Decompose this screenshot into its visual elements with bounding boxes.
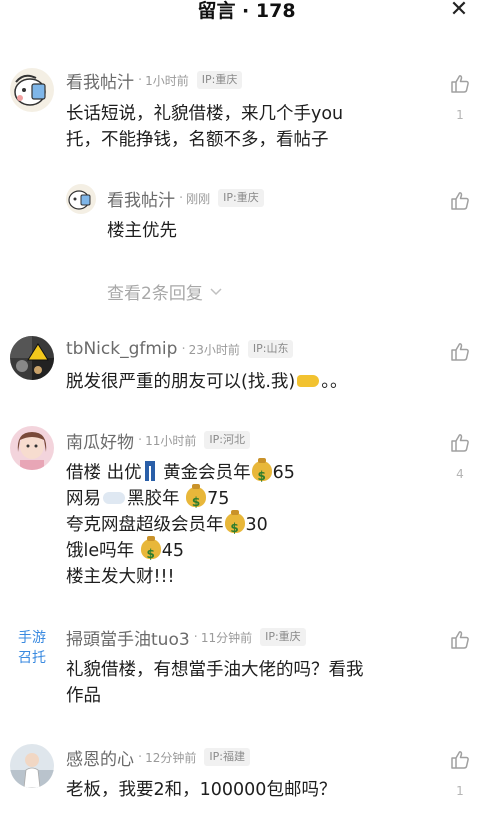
chevron-down-icon — [210, 287, 222, 295]
separator-dot: · — [138, 432, 143, 448]
pointing-hand-icon — [297, 375, 320, 387]
username[interactable]: 看我帖汁 — [66, 68, 134, 93]
price: 75 — [207, 489, 230, 509]
tag-line: 手游 — [18, 630, 46, 646]
view-more-replies-label: 查看2条回复 — [107, 284, 203, 304]
separator-dot: · — [179, 190, 184, 206]
comment-text-line: 老板，我要2和，100000包邮吗？ — [66, 780, 337, 800]
money-bag-icon — [186, 484, 207, 515]
comment-meta: tbNick_gfmip · 23小时前 IP:山东 — [66, 338, 294, 360]
text-part: 夸克网盘超级会员年 — [66, 515, 224, 535]
comment-meta: 南瓜好物 · 11小时前 IP:河北 — [66, 428, 251, 453]
username[interactable]: 南瓜好物 — [66, 428, 134, 453]
comment-text-line: 托，不能挣钱，名额不多，看帖子 — [66, 130, 329, 150]
comment-text-line: 长话短说，礼貌借楼，来几个手you — [66, 104, 344, 124]
reply-text: 楼主优先 — [107, 218, 457, 244]
text-part: 饿le吗年 — [66, 541, 140, 561]
game-recruit-tag: 手游 召托 — [12, 628, 52, 668]
reply-text-line: 楼主优先 — [107, 221, 177, 241]
text-part: 黄金会员年 — [157, 463, 251, 483]
like-count: 1 — [456, 108, 464, 122]
comment-meta: 感恩的心 · 12分钟前 IP:福建 — [66, 745, 251, 770]
comment-text-tail: 。。 — [321, 372, 348, 392]
avatar[interactable] — [10, 744, 54, 788]
ip-location-badge: IP:重庆 — [218, 189, 264, 207]
reply-meta: 看我帖汁 · 刚刚 IP:重庆 — [107, 186, 264, 211]
comments-header: 留言 · 178 ✕ — [0, 0, 493, 34]
timestamp: 12分钟前 — [145, 750, 197, 765]
comment-text: 礼貌借楼，有想當手油大佬的吗？看我 作品 — [66, 657, 416, 709]
separator-dot: · — [181, 341, 186, 357]
comment-text-main: 脱发很严重的朋友可以(找.我) — [66, 372, 296, 392]
comment-text-line: 脱发很严重的朋友可以(找.我) 。。 — [66, 369, 416, 395]
ip-location-badge: IP:河北 — [204, 431, 251, 449]
ip-location-badge: IP:山东 — [247, 340, 294, 358]
username[interactable]: tbNick_gfmip — [66, 339, 177, 359]
view-more-replies-button[interactable]: 查看2条回复 — [107, 279, 223, 304]
thumbs-up-icon[interactable] — [449, 629, 471, 651]
text-part: 借楼 出优 — [66, 463, 142, 483]
comment-meta: 掃頭當手油tuo3 · 11分钟前 IP:重庆 — [66, 625, 306, 650]
price: 65 — [272, 463, 295, 483]
page-title: 留言 · 178 — [197, 0, 296, 22]
text-part: 黑胶年 — [127, 489, 186, 509]
comment-text-line: 作品 — [66, 686, 101, 706]
comment-text-line: 饿le吗年 45 — [66, 536, 416, 567]
thumbs-up-icon[interactable] — [449, 190, 471, 212]
ip-location-badge: IP:福建 — [204, 748, 251, 766]
timestamp: 11小时前 — [145, 433, 197, 448]
thumbs-up-icon[interactable] — [449, 749, 471, 771]
like-count: 1 — [456, 784, 464, 798]
money-bag-icon — [251, 458, 272, 489]
comment-text-line: 夸克网盘超级会员年 30 — [66, 510, 416, 541]
separator-dot: · — [193, 629, 198, 645]
money-bag-icon — [140, 536, 161, 567]
comment-text-line: 借楼 出优 黄金会员年 65 — [66, 458, 416, 489]
money-bag-icon — [224, 510, 245, 541]
username[interactable]: 感恩的心 — [66, 745, 134, 770]
close-icon[interactable]: ✕ — [447, 0, 471, 22]
comment-text: 脱发很严重的朋友可以(找.我) 。。 — [66, 369, 416, 395]
ip-location-badge: IP:重庆 — [260, 628, 306, 646]
comment-text: 长话短说，礼貌借楼，来几个手you 托，不能挣钱，名额不多，看帖子 — [66, 101, 416, 153]
ip-location-badge: IP:重庆 — [196, 71, 243, 89]
comment-text: 老板，我要2和，100000包邮吗？ — [66, 777, 416, 803]
separator-dot: · — [138, 72, 143, 88]
username[interactable]: 看我帖汁 — [107, 186, 175, 211]
timestamp: 23小时前 — [188, 342, 240, 357]
comment-text-line: 楼主发大财!!! — [66, 567, 175, 587]
username[interactable]: 掃頭當手油tuo3 — [66, 625, 190, 650]
tag-line: 召托 — [18, 650, 46, 666]
thumbs-up-icon[interactable] — [449, 432, 471, 454]
thumbs-up-icon[interactable] — [449, 73, 471, 95]
avatar[interactable] — [10, 336, 54, 380]
price: 45 — [161, 541, 184, 561]
text-part: 网易 — [66, 489, 101, 509]
separator-dot: · — [138, 749, 143, 765]
thumbs-up-icon[interactable] — [449, 341, 471, 363]
comment-meta: 看我帖汁 · 1小时前 IP:重庆 — [66, 68, 243, 93]
avatar[interactable] — [10, 68, 54, 112]
timestamp: 11分钟前 — [200, 630, 253, 645]
avatar[interactable] — [10, 426, 54, 470]
timestamp: 1小时前 — [145, 73, 189, 88]
like-count: 4 — [456, 467, 464, 481]
comment-text-line: 礼貌借楼，有想當手油大佬的吗？看我 — [66, 660, 364, 680]
avatar[interactable] — [66, 184, 96, 214]
price: 30 — [245, 515, 268, 535]
comment-text: 借楼 出优 黄金会员年 65 网易 黑胶年 75 夸克网盘超级会员年 30 饿le吗年… — [66, 458, 416, 590]
jeans-icon — [144, 461, 155, 481]
cloud-icon — [103, 492, 125, 504]
timestamp: 刚刚 — [186, 191, 211, 206]
comment-text-line: 网易 黑胶年 75 — [66, 484, 416, 515]
